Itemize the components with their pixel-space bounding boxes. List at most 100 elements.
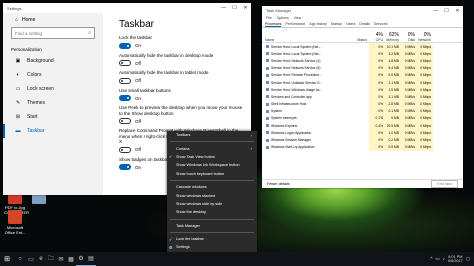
toggle-switch[interactable] bbox=[119, 164, 131, 170]
toggle-switch[interactable] bbox=[119, 60, 131, 66]
process-network: 0 Mbps bbox=[417, 78, 433, 87]
menu-view[interactable]: View bbox=[294, 16, 302, 20]
task-manager-titlebar[interactable]: Task Manager — ☐ ✕ bbox=[262, 6, 463, 15]
menu-item-show-touch-keyboard-button[interactable]: Show touch keyboard button bbox=[167, 170, 257, 178]
table-row[interactable]: Shell Infrastructure Host 0% 2.8 MB 0 MB/s 0… bbox=[262, 100, 463, 108]
process-icon bbox=[266, 66, 269, 70]
sidebar-item-colors[interactable]: ◐ Colors bbox=[3, 68, 103, 82]
menu-item-settings[interactable]: ⚙ Settings bbox=[167, 243, 257, 251]
toggle-switch[interactable] bbox=[119, 77, 131, 84]
tray-icon[interactable]: ^ bbox=[430, 256, 432, 262]
menu-item-label: Cascade windows bbox=[176, 185, 207, 190]
table-row[interactable]: Service Host: Windows Image Ac... 0% 1.5 M… bbox=[262, 86, 463, 94]
option-toggle[interactable]: Off bbox=[119, 77, 247, 84]
settings-search-input[interactable]: Find a setting ⌕ bbox=[11, 27, 95, 39]
sidebar-item-lock-screen[interactable]: ▭ Lock screen bbox=[3, 82, 103, 96]
task-manager-title: Task Manager bbox=[266, 8, 292, 13]
settings-titlebar[interactable]: Settings — ☐ ✕ bbox=[3, 3, 251, 13]
minimize-icon[interactable]: — bbox=[430, 8, 441, 14]
menu-item-show-the-desktop[interactable]: Show the desktop bbox=[167, 208, 257, 216]
option-label: Automatically hide the taskbar in deskto… bbox=[119, 52, 214, 58]
menu-item-toolbars[interactable]: Toolbars › bbox=[167, 131, 257, 139]
process-name-text: Windows Explorer bbox=[271, 123, 298, 128]
taskbar-app-icon[interactable]: ▭ bbox=[26, 252, 36, 266]
table-row[interactable]: Windows Session Manager 0% 0.2 MB 0 MB/s 0 M… bbox=[262, 136, 463, 144]
column-name[interactable]: Name bbox=[262, 38, 347, 42]
process-disk: 0 MB/s bbox=[401, 43, 417, 51]
table-row[interactable]: Service Host: Network Service (4) 0% 4.8 M… bbox=[262, 57, 463, 65]
table-row[interactable]: Windows Logon Application 0% 1.0 MB 0 MB/s 0… bbox=[262, 129, 463, 137]
menu-item-cascade-windows[interactable]: Cascade windows bbox=[167, 183, 257, 191]
table-row[interactable]: Service Host: Remote Procedure... 0% 5.0 M… bbox=[262, 71, 463, 79]
menu-file[interactable]: File bbox=[266, 16, 272, 20]
option-toggle[interactable]: On bbox=[119, 95, 247, 101]
close-icon[interactable]: ✕ bbox=[240, 5, 251, 11]
toggle-switch[interactable] bbox=[119, 42, 131, 49]
menu-item-show-windows-ink-workspace-button[interactable]: Show Windows Ink Workspace button bbox=[167, 161, 257, 169]
settings-home[interactable]: ⌂ Home bbox=[3, 13, 103, 23]
taskbar-app-icon[interactable]: 🗀 bbox=[46, 252, 56, 266]
search-icon[interactable]: ○ bbox=[14, 256, 26, 262]
sidebar-item-taskbar[interactable]: ▬ Taskbar bbox=[3, 124, 103, 138]
tray-icon[interactable]: ♪ bbox=[443, 256, 445, 262]
sidebar-item-start[interactable]: ⊞ Start bbox=[3, 110, 103, 124]
table-row[interactable]: Service Host: Local System (Net... 0% 10.1… bbox=[262, 43, 463, 51]
taskbar-context-menu: Toolbars › Cortana › ✓ Show Task View button S… bbox=[167, 131, 257, 259]
minimize-icon[interactable]: — bbox=[218, 5, 229, 11]
menu-item-show-windows-stacked[interactable]: Show windows stacked bbox=[167, 191, 257, 199]
toggle-switch[interactable] bbox=[119, 95, 131, 101]
table-row[interactable]: Service Host: Network Service (5) 0% 5.4 M… bbox=[262, 64, 463, 72]
tab-processes[interactable]: Processes bbox=[265, 22, 282, 27]
menu-item-task-manager[interactable]: Task Manager bbox=[167, 222, 257, 230]
table-row[interactable]: System 0% 0.1 MB 0 MB/s 0 Mbps bbox=[262, 107, 463, 115]
menu-item-show-windows-side-by-side[interactable]: Show windows side by side bbox=[167, 200, 257, 208]
toggle-switch[interactable] bbox=[119, 146, 131, 153]
table-row[interactable]: System interrupts 0.1% 0 MB 0 MB/s 0 Mbps bbox=[262, 114, 463, 123]
end-task-button[interactable]: End task bbox=[431, 180, 458, 188]
checkmark-icon: ✓ bbox=[169, 236, 173, 242]
close-icon[interactable]: ✕ bbox=[452, 8, 463, 14]
process-name-text: Service Host: Local System (Net... bbox=[271, 44, 322, 49]
maximize-icon[interactable]: ☐ bbox=[229, 5, 240, 11]
table-row[interactable]: Windows Start-Up Application 0% 0.5 MB 0 MB… bbox=[262, 143, 463, 151]
tab-performance[interactable]: Performance bbox=[285, 22, 305, 26]
start-button[interactable]: ⊞ bbox=[0, 255, 14, 263]
column-disk[interactable]: 0% Disk bbox=[401, 32, 417, 42]
taskbar-app-icon[interactable]: ✉ bbox=[56, 252, 66, 266]
taskbar-app-icon[interactable]: ▦ bbox=[66, 252, 76, 266]
column-memory[interactable]: 62% Memory bbox=[385, 32, 401, 42]
process-network: 0 Mbps bbox=[417, 143, 433, 151]
menu-item-cortana[interactable]: Cortana › bbox=[167, 144, 257, 152]
tray-icon[interactable]: ▭ bbox=[435, 256, 439, 262]
table-row[interactable]: Service Host: Local System (Net... 0% 3.2 … bbox=[262, 50, 463, 58]
sidebar-item-themes[interactable]: ✎ Themes bbox=[3, 96, 103, 110]
notifications-icon[interactable]: ▢ bbox=[466, 256, 470, 262]
menu-item-show-task-view-button[interactable]: ✓ Show Task View button bbox=[167, 153, 257, 161]
tab-services[interactable]: Services bbox=[374, 22, 387, 26]
tab-users[interactable]: Users bbox=[346, 22, 355, 26]
option-toggle[interactable]: Off bbox=[119, 60, 247, 66]
tab-startup[interactable]: Startup bbox=[331, 22, 342, 26]
clock[interactable]: 6:01 PM 6/6/2017 bbox=[448, 255, 463, 264]
sidebar-item-background[interactable]: ▣ Background bbox=[3, 54, 103, 68]
table-row[interactable]: Services and Controller app 0% 3.1 MB 0 MB/… bbox=[262, 93, 463, 101]
process-icon bbox=[266, 81, 269, 85]
menu-options[interactable]: Options bbox=[277, 16, 289, 20]
maximize-icon[interactable]: ☐ bbox=[441, 8, 452, 14]
toggle-switch[interactable] bbox=[119, 118, 131, 124]
menu-item-lock-the-taskbar[interactable]: ✓ Lock the taskbar bbox=[167, 235, 257, 243]
table-row[interactable]: Service Host: Unistack Service G... 0% 2.1… bbox=[262, 78, 463, 87]
column-cpu[interactable]: 4% CPU bbox=[369, 32, 385, 42]
column-network[interactable]: 0% Network bbox=[417, 32, 433, 42]
tab-details[interactable]: Details bbox=[359, 22, 370, 26]
fewer-details-link[interactable]: Fewer details bbox=[267, 182, 290, 186]
desktop-shortcut[interactable]: Microsoft Office Ent... bbox=[4, 210, 26, 235]
taskbar-app-icon[interactable]: ▤ bbox=[86, 252, 96, 266]
column-status[interactable]: Status bbox=[347, 38, 369, 42]
tab-app-history[interactable]: App history bbox=[309, 22, 327, 26]
table-row[interactable]: Windows Explorer 0.4% 29.5 MB 0 MB/s 0 Mbps bbox=[262, 122, 463, 130]
taskbar-app-icon[interactable]: ⚙ bbox=[76, 252, 86, 266]
taskbar-app-icon[interactable]: e bbox=[36, 252, 46, 266]
option-toggle[interactable]: Off bbox=[119, 118, 247, 124]
option-toggle[interactable]: On bbox=[119, 42, 247, 49]
